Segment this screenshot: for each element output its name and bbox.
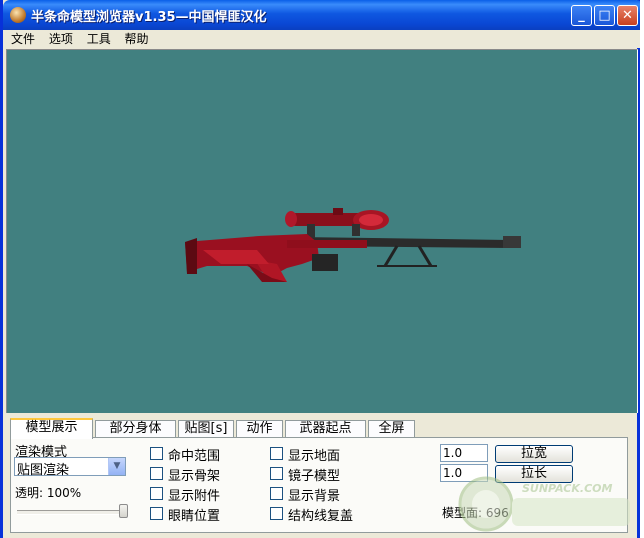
checkbox-bones[interactable] xyxy=(150,467,163,480)
watermark-text: SUNPACK.COM xyxy=(522,482,612,495)
checkbox-hitbox[interactable] xyxy=(150,447,163,460)
menu-bar: 文件 选项 工具 帮助 xyxy=(6,30,640,48)
minimize-button[interactable]: _ xyxy=(571,5,592,26)
checkbox-hitbox-label: 命中范围 xyxy=(168,449,221,464)
checkbox-attachments[interactable] xyxy=(150,487,163,500)
title-bar[interactable]: 半条命模型浏览器v1.35—中国悍匪汉化 _ □ ✕ xyxy=(3,0,643,30)
opacity-slider-track[interactable] xyxy=(17,510,123,515)
checkbox-ground[interactable] xyxy=(270,447,283,460)
menu-tools[interactable]: 工具 xyxy=(82,30,116,48)
stretch-width-button[interactable]: 拉宽 xyxy=(495,445,573,463)
close-button[interactable]: ✕ xyxy=(617,5,638,26)
checkbox-bones-label: 显示骨架 xyxy=(168,469,221,484)
menu-help[interactable]: 帮助 xyxy=(120,30,154,48)
chevron-down-icon[interactable]: ▼ xyxy=(108,458,125,475)
site-watermark-logo: SUNPACK.COM xyxy=(458,476,630,532)
tab-model-display[interactable]: 模型展示 xyxy=(10,418,93,439)
checkbox-wireframe[interactable] xyxy=(270,507,283,520)
render-mode-select[interactable]: 贴图渲染 ▼ xyxy=(14,457,126,478)
width-scale-input[interactable]: 1.0 xyxy=(440,444,488,462)
checkbox-background[interactable] xyxy=(270,487,283,500)
tab-textures[interactable]: 贴图[s] xyxy=(178,420,234,438)
checkbox-eye-position-label: 眼睛位置 xyxy=(168,509,221,524)
tab-weapon-origin[interactable]: 武器起点 xyxy=(285,420,366,438)
desktop-edge xyxy=(640,0,644,538)
checkbox-mirror-label: 镜子模型 xyxy=(288,469,341,484)
model-viewport[interactable] xyxy=(6,49,638,413)
tab-sequences[interactable]: 动作 xyxy=(236,420,283,438)
app-icon xyxy=(10,7,26,23)
tab-fullscreen[interactable]: 全屏 xyxy=(368,420,415,438)
checkbox-eye-position[interactable] xyxy=(150,507,163,520)
render-mode-value: 贴图渲染 xyxy=(17,463,70,478)
opacity-slider-thumb[interactable] xyxy=(119,504,128,518)
checkbox-wireframe-label: 结构线复盖 xyxy=(288,509,354,524)
menu-options[interactable]: 选项 xyxy=(44,30,78,48)
window-title: 半条命模型浏览器v1.35—中国悍匪汉化 xyxy=(31,10,267,25)
maximize-button[interactable]: □ xyxy=(594,5,615,26)
tab-body-parts[interactable]: 部分身体 xyxy=(95,420,176,438)
checkbox-mirror[interactable] xyxy=(270,467,283,480)
opacity-label: 透明: 100% xyxy=(15,486,82,500)
rifle-model-image xyxy=(185,208,521,282)
menu-file[interactable]: 文件 xyxy=(6,30,40,48)
checkbox-attachments-label: 显示附件 xyxy=(168,489,221,504)
checkbox-background-label: 显示背景 xyxy=(288,489,341,504)
checkbox-ground-label: 显示地面 xyxy=(288,449,341,464)
